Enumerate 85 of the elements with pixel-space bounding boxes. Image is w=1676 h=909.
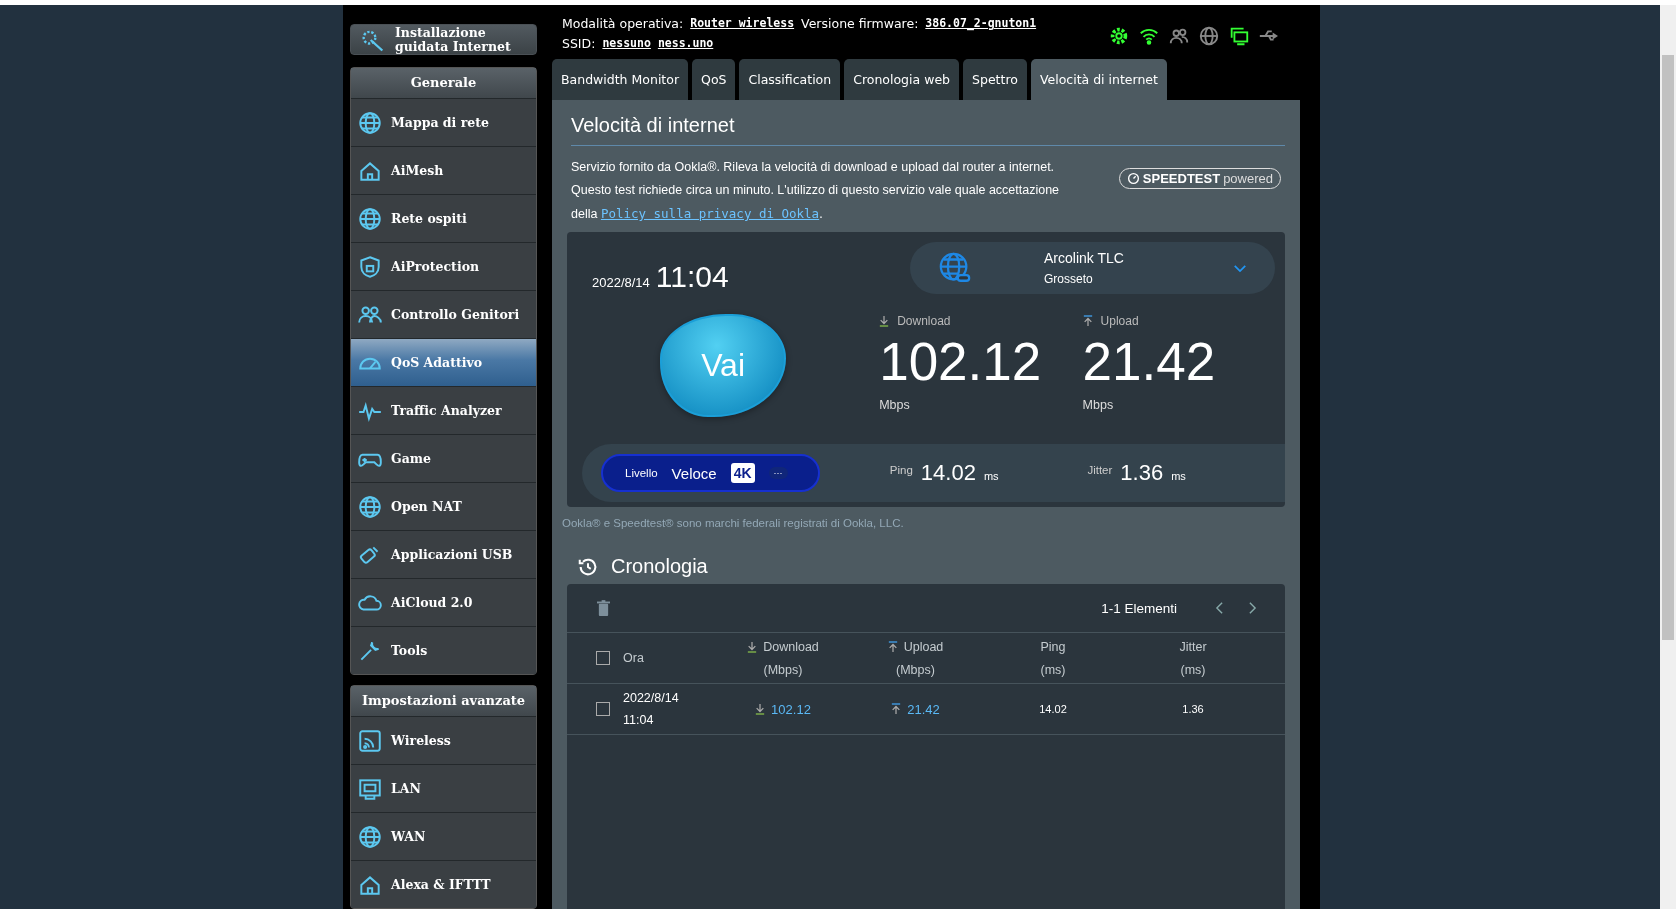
globe-icon (357, 109, 383, 136)
test-time: 11:04 (655, 260, 729, 294)
setup-wizard-button[interactable]: Installazione guidata Internet (350, 24, 537, 55)
trash-icon[interactable] (597, 599, 610, 617)
info-label: Versione firmware: (801, 15, 919, 31)
mode-link[interactable]: Router wireless (690, 16, 795, 30)
ssid-link[interactable]: ness.uno (657, 36, 714, 50)
ping-label: Ping (889, 464, 913, 476)
upload-arrow-icon (891, 703, 902, 715)
upload-unit: Mbps (1082, 398, 1115, 412)
sidebar-item[interactable]: Tools (351, 626, 536, 674)
upload-label: Upload (1100, 314, 1139, 328)
pagination-text: 1-1 Elementi (1101, 600, 1177, 616)
column-header: Upload (903, 639, 944, 654)
badge-suffix: powered (1223, 171, 1273, 186)
section-header: Generale (351, 68, 536, 98)
sidebar-item[interactable]: QoS Adattivo (351, 338, 536, 386)
tab[interactable]: Cronologia web (844, 59, 959, 100)
column-unit: (Mbps) (896, 662, 935, 677)
level-value: Veloce (671, 464, 717, 482)
more-badge: ··· (768, 467, 788, 479)
jitter-unit: ms (1171, 470, 1186, 482)
badge-brand: SPEEDTEST (1142, 171, 1221, 186)
globe-icon (357, 823, 383, 850)
quality-badge: 4K (730, 463, 755, 483)
ping-value: 14.02 (920, 460, 976, 486)
page-title: Velocità di internet (571, 110, 1285, 146)
ssid-link[interactable]: nessuno (602, 36, 651, 50)
column-header: Download (763, 639, 819, 654)
trademark-note: Ookla® e Speedtest® sono marchi federali registrati di Ookla, LLC. (562, 516, 905, 529)
column-header: Ping (1040, 639, 1066, 654)
globe-icon[interactable] (1198, 25, 1220, 47)
download-arrow-icon (747, 640, 758, 653)
table-cell: 11:04 (623, 713, 654, 727)
monitor-icon[interactable] (1228, 25, 1250, 47)
checkbox[interactable] (595, 702, 610, 716)
column-unit: (Mbps) (763, 662, 803, 677)
info-label: Modalità operativa: (562, 15, 684, 31)
upload-arrow-icon (1082, 315, 1093, 327)
gauge-icon (1126, 172, 1140, 185)
chevron-right-icon[interactable] (1248, 601, 1257, 615)
globe-link-icon (938, 251, 972, 285)
wifi-icon (357, 727, 383, 754)
table-cell: 1.36 (1182, 703, 1204, 715)
table-cell: 14.02 (1039, 703, 1067, 715)
sidebar-item[interactable]: Alexa & IFTTT (351, 860, 536, 908)
tab[interactable]: Bandwidth Monitor (552, 59, 689, 100)
scrollbar[interactable] (1660, 5, 1676, 909)
tab[interactable]: Velocità di internet (1030, 59, 1167, 100)
upload-arrow-icon (887, 640, 898, 653)
settings-icon[interactable] (1108, 25, 1130, 47)
download-arrow-icon (755, 703, 766, 715)
section-header: Impostazioni avanzate (351, 686, 536, 716)
upload-value: 21.42 (1082, 332, 1217, 392)
section-title: Cronologia (611, 555, 708, 578)
column-header: Ora (623, 651, 644, 665)
chevron-left-icon[interactable] (1215, 601, 1224, 615)
level-label: Livello (625, 467, 658, 479)
column-header: Jitter (1179, 639, 1207, 654)
shield-icon (357, 253, 383, 280)
firmware-link[interactable]: 386.07_2-gnuton1 (925, 16, 1037, 30)
table-cell: 102.12 (771, 701, 811, 717)
column-unit: (ms) (1180, 662, 1206, 677)
globe-icon (357, 205, 383, 232)
tab[interactable]: Spettro (963, 59, 1027, 100)
chevron-down-icon (1233, 263, 1247, 273)
jitter-value: 1.36 (1120, 460, 1164, 486)
download-label: Download (897, 314, 951, 328)
privacy-link[interactable]: Policy sulla privacy di Ookla (600, 206, 820, 221)
info-label: SSID: (562, 35, 596, 51)
tab[interactable]: QoS (692, 59, 736, 100)
jitter-label: Jitter (1087, 464, 1113, 476)
column-unit: (ms) (1040, 662, 1066, 677)
table-cell: 21.42 (907, 701, 940, 717)
server-selector[interactable]: Arcolink TLC Grosseto (910, 242, 1275, 294)
checkbox[interactable] (595, 651, 610, 665)
table-cell: 2022/8/14 (623, 691, 679, 705)
globe-icon (357, 493, 383, 520)
test-date: 2022/8/14 (592, 275, 650, 290)
tab[interactable]: Classification (739, 59, 841, 100)
description-text: Servizio fornito da Ookla®. Rileva la velocità di download e upload dal router a internet. Questo test richiede circa un minuto. L'utilizzo di questo servizio vale quale accettazione della Policy sulla privacy di Ookla. (571, 159, 1061, 223)
ping-unit: ms (983, 470, 999, 482)
download-value: 102.12 (879, 332, 1043, 392)
download-arrow-icon (879, 315, 890, 327)
download-unit: Mbps (879, 398, 911, 412)
